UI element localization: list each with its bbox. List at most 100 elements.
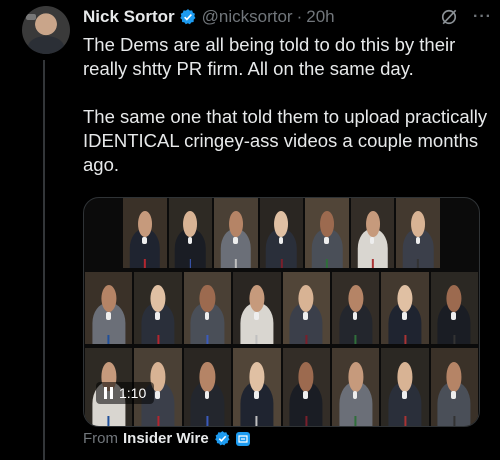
video-frame-cell xyxy=(134,272,182,344)
person-tie xyxy=(255,415,258,426)
thread-line xyxy=(43,60,45,460)
more-icon[interactable]: ··· xyxy=(473,8,492,26)
verified-badge-icon xyxy=(179,9,196,25)
person-tie xyxy=(403,415,406,426)
cup xyxy=(253,390,259,400)
person-tie xyxy=(371,258,374,268)
video-frame-cell xyxy=(381,348,429,426)
tweet-time[interactable]: 20h xyxy=(306,7,334,27)
person-head xyxy=(298,362,314,392)
person-head xyxy=(347,362,364,392)
person-head xyxy=(365,210,380,238)
video-frame-cell xyxy=(214,198,258,268)
video-frame-cell xyxy=(183,272,232,344)
tweet-paragraph-2: The same one that told them to upload pr… xyxy=(83,106,488,175)
person-tie xyxy=(189,258,192,268)
person-head xyxy=(446,362,462,392)
person-tie xyxy=(453,415,456,426)
slash-circle-icon[interactable] xyxy=(439,7,459,27)
video-frame-cell xyxy=(331,348,380,426)
person-head xyxy=(183,210,198,238)
person-tie xyxy=(305,334,308,344)
person-head xyxy=(249,362,265,392)
source-line: From Insider Wire xyxy=(83,430,250,447)
video-frame-cell xyxy=(168,198,213,268)
cup xyxy=(402,311,407,320)
person-head xyxy=(397,362,413,392)
person-head xyxy=(137,210,152,238)
cup xyxy=(303,311,309,320)
person-tie xyxy=(107,415,110,426)
person-tie xyxy=(157,415,160,426)
video-frame-cell xyxy=(85,272,133,344)
video-player[interactable]: 1:10 xyxy=(83,197,480,427)
cup xyxy=(451,390,457,400)
video-frame-cell xyxy=(350,198,395,268)
video-frame-cell xyxy=(233,348,281,426)
avatar[interactable] xyxy=(22,6,70,54)
person-head xyxy=(411,210,426,238)
cup xyxy=(415,236,420,245)
person-tie xyxy=(403,334,406,344)
avatar-shirt xyxy=(28,36,64,54)
cup xyxy=(253,311,259,320)
video-frame-cell xyxy=(396,198,440,268)
cup xyxy=(105,311,111,320)
header-actions: ··· xyxy=(439,7,492,27)
author-handle[interactable]: @nicksortor xyxy=(202,7,293,27)
cup xyxy=(303,390,309,400)
tweet-header: Nick Sortor @nicksortor · 20h xyxy=(83,5,490,29)
person-tie xyxy=(453,334,456,344)
person-head xyxy=(199,362,216,392)
tweet-text: The Dems are all being told to do this b… xyxy=(83,33,493,177)
video-frame-cell xyxy=(259,198,304,268)
person-tie xyxy=(206,415,209,426)
cup xyxy=(451,311,457,320)
video-frame-cell xyxy=(381,272,429,344)
person-tie xyxy=(326,258,328,268)
cup xyxy=(204,311,210,320)
person-tie xyxy=(255,334,258,344)
person-head xyxy=(274,210,289,238)
person-tie xyxy=(107,334,110,344)
person-tie xyxy=(354,415,357,426)
source-name[interactable]: Insider Wire xyxy=(123,430,209,447)
video-frame-cell xyxy=(123,198,167,268)
cup xyxy=(233,236,238,245)
cup xyxy=(204,390,210,400)
tweet-paragraph-1: The Dems are all being told to do this b… xyxy=(83,34,456,79)
video-frame-cell xyxy=(305,198,349,268)
person-tie xyxy=(157,334,160,344)
video-frame-cell xyxy=(430,272,478,344)
person-head xyxy=(228,210,243,238)
person-tie xyxy=(280,258,283,268)
cup xyxy=(370,236,375,245)
video-frame-cell xyxy=(430,348,478,426)
cup xyxy=(187,236,193,245)
video-frame-cell xyxy=(282,348,330,426)
person-tie xyxy=(417,258,420,268)
source-prefix: From xyxy=(83,430,118,447)
author-name[interactable]: Nick Sortor xyxy=(83,7,175,27)
affiliate-badge-icon xyxy=(235,431,250,446)
person-tie xyxy=(206,334,209,344)
pause-icon[interactable] xyxy=(104,387,113,399)
person-tie xyxy=(235,258,237,268)
cup xyxy=(142,236,147,245)
cup xyxy=(155,311,160,320)
cup xyxy=(324,236,329,245)
cup xyxy=(278,236,284,245)
separator-dot: · xyxy=(296,7,303,26)
person-tie xyxy=(305,415,308,426)
video-frame-cell xyxy=(233,272,281,344)
video-duration: 1:10 xyxy=(119,385,147,401)
avatar-mic xyxy=(26,14,36,20)
video-frame-cell xyxy=(282,272,330,344)
video-frame-cell xyxy=(331,272,380,344)
video-frame-cell xyxy=(183,348,232,426)
cup xyxy=(352,311,358,320)
cup xyxy=(155,390,160,400)
video-controls[interactable]: 1:10 xyxy=(96,382,155,404)
person-head xyxy=(320,210,335,238)
person-tie xyxy=(143,258,146,268)
